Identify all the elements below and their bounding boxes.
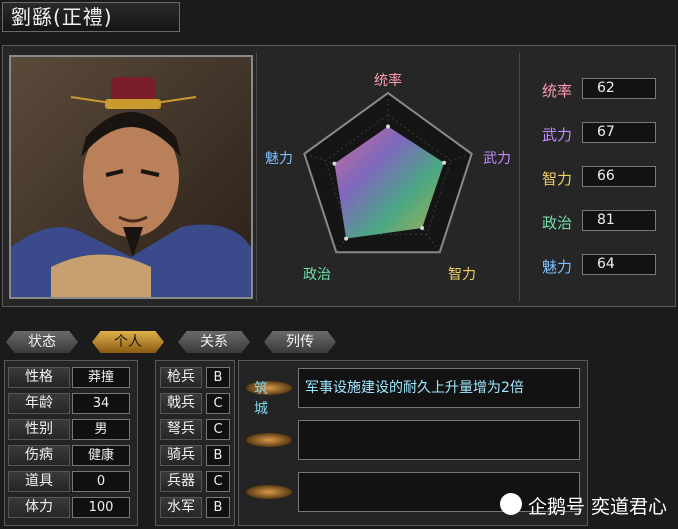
- skill-orb-icon: [246, 381, 292, 395]
- stat-value: 66: [582, 166, 656, 187]
- radar-axis-label: 武力: [483, 151, 511, 167]
- radar-point-政治: [344, 236, 349, 241]
- radar-point-魅力: [332, 161, 337, 166]
- skill-orb-icon: [246, 485, 292, 499]
- personal-value: 34: [72, 393, 130, 414]
- tab-personal[interactable]: 个人: [92, 331, 164, 353]
- stat-value: 81: [582, 210, 656, 231]
- stat-value: 67: [582, 122, 656, 143]
- stat-label: 政治: [542, 214, 573, 232]
- troop-label: 弩兵: [160, 419, 202, 440]
- skill-name: 筑城: [254, 381, 268, 417]
- radar-point-智力: [420, 225, 425, 230]
- personal-value: 男: [72, 419, 130, 440]
- skill-description-box: 军事设施建设的耐久上升量增为2倍: [298, 368, 580, 408]
- personal-label: 性格: [8, 367, 70, 388]
- personal-label: 年龄: [8, 393, 70, 414]
- stat-label: 统率: [542, 82, 573, 100]
- radar-point-武力: [442, 160, 447, 165]
- troop-label: 兵器: [160, 471, 202, 492]
- skill-description: [299, 484, 305, 500]
- personal-label: 体力: [8, 497, 70, 518]
- personal-value: 莽撞: [72, 367, 130, 388]
- personal-label: 道具: [8, 471, 70, 492]
- officer-name: 劉繇(正禮): [2, 2, 180, 32]
- stat-radar-chart: 统率武力智力 政治 魅力: [256, 53, 520, 301]
- troop-label: 骑兵: [160, 445, 202, 466]
- skill-description-box: [298, 420, 580, 460]
- radar-axis-label: 智力: [448, 267, 476, 283]
- troop-label: 枪兵: [160, 367, 202, 388]
- troop-label: 水军: [160, 497, 202, 518]
- stat-label: 智力: [542, 170, 573, 188]
- personal-label: 伤病: [8, 445, 70, 466]
- stat-label: 武力: [542, 126, 573, 144]
- tab-relations[interactable]: 关系: [178, 331, 250, 353]
- troop-grade: C: [206, 393, 230, 414]
- troop-grade: B: [206, 497, 230, 518]
- radar-axis-label: 政治: [303, 267, 331, 283]
- troop-label: 戟兵: [160, 393, 202, 414]
- radar-point-统率: [386, 124, 390, 129]
- troop-grade: B: [206, 445, 230, 466]
- skill-description: 军事设施建设的耐久上升量增为2倍: [305, 380, 524, 396]
- skill-description: [299, 432, 305, 448]
- tab-biography[interactable]: 列传: [264, 331, 336, 353]
- officer-portrait: [9, 55, 253, 299]
- stat-label: 魅力: [542, 258, 573, 276]
- stat-value: 62: [582, 78, 656, 99]
- stat-list: 统率 62 武力 67 智力 66 政治 81 魅力 64: [540, 78, 670, 288]
- radar-axis-label: 统率: [374, 72, 402, 89]
- troop-grade: B: [206, 367, 230, 388]
- personal-value: 100: [72, 497, 130, 518]
- troop-grade: C: [206, 471, 230, 492]
- watermark-text: 企鹅号 奕道君心: [528, 496, 668, 518]
- personal-value: 0: [72, 471, 130, 492]
- penguin-icon: [500, 493, 522, 515]
- personal-value: 健康: [72, 445, 130, 466]
- stat-value: 64: [582, 254, 656, 275]
- watermark: 企鹅号 奕道君心: [500, 490, 676, 520]
- radar-axis-label: 魅力: [265, 151, 293, 167]
- troop-grade: C: [206, 419, 230, 440]
- personal-label: 性别: [8, 419, 70, 440]
- skill-orb-icon: [246, 433, 292, 447]
- tab-status[interactable]: 状态: [6, 331, 78, 353]
